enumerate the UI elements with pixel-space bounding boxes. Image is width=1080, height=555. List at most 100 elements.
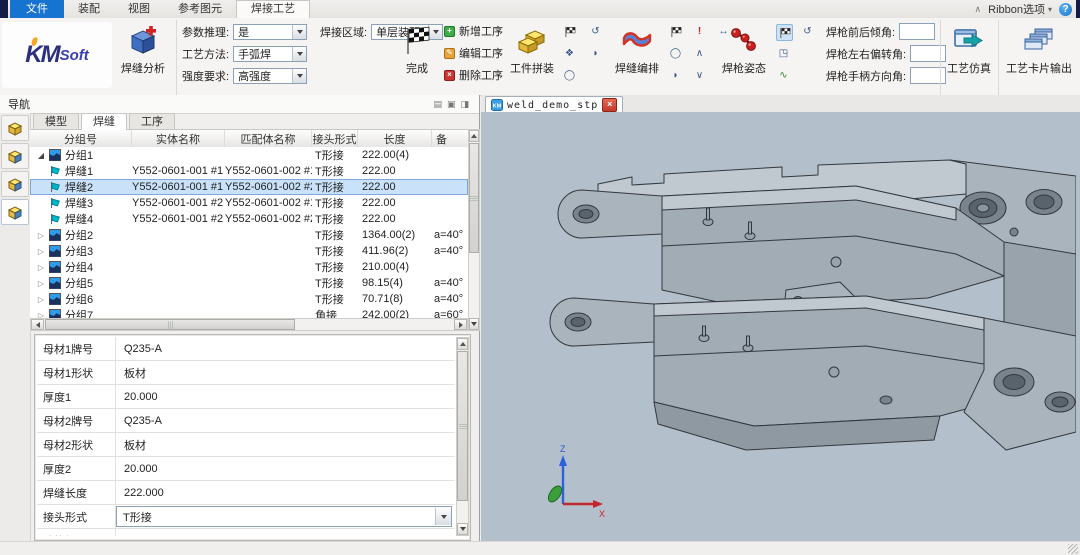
property-value-cell[interactable]: Q235-A xyxy=(116,409,454,432)
move-down-icon[interactable]: ∨ xyxy=(692,68,707,83)
side-cube-button-2[interactable] xyxy=(1,143,29,169)
sphere-tool-icon[interactable]: ◯ xyxy=(562,68,577,83)
table-row[interactable]: 焊缝2Y552-0601-001 #1Y552-0601-002 #2T形接22… xyxy=(30,179,468,195)
col-note[interactable]: 备 xyxy=(432,130,468,147)
process-card-output-button[interactable]: 工艺卡片输出 xyxy=(1003,20,1075,94)
delete-process-button[interactable]: × 删除工序 xyxy=(444,67,503,83)
chevron-down-icon[interactable] xyxy=(435,508,451,525)
edit-process-button[interactable]: ✎ 编辑工序 xyxy=(444,45,503,61)
part-assemble-button[interactable]: 工件拼装 xyxy=(504,20,560,94)
tab-weld-seams[interactable]: 焊缝 xyxy=(81,113,127,130)
scroll-down-button[interactable] xyxy=(469,318,479,330)
joint-type-combo[interactable]: T形接 xyxy=(116,506,452,527)
paint-tool-icon[interactable]: ❖ xyxy=(562,46,577,61)
arrange-finish-flag-button[interactable] xyxy=(668,24,683,39)
weld-analysis-button[interactable]: 焊缝分析 xyxy=(114,20,172,94)
pose-finish-flag-button[interactable] xyxy=(776,24,793,41)
capsule-icon[interactable]: ◗ xyxy=(668,68,683,83)
table-row[interactable]: 焊缝4Y552-0601-001 #2Y552-0601-002 #2T形接22… xyxy=(30,211,468,227)
property-value-cell[interactable]: T形接 xyxy=(116,505,454,528)
panel-close-icon[interactable]: ◨ xyxy=(460,99,469,110)
tab-reference[interactable]: 参考图元 xyxy=(164,0,236,18)
path-tool-icon[interactable]: ∿ xyxy=(776,68,791,83)
ribbon-options-button[interactable]: Ribbon选项 ▾ xyxy=(988,1,1052,17)
table-row[interactable]: ▷分组6T形接70.71(8)a=40° xyxy=(30,291,468,307)
chevron-down-icon[interactable] xyxy=(292,25,306,39)
param-infer-combo[interactable]: 是 xyxy=(233,24,307,40)
col-length[interactable]: 长度 xyxy=(358,130,432,147)
resize-grip[interactable] xyxy=(1068,544,1078,554)
finish-button[interactable]: 完成 xyxy=(396,20,438,94)
tab-file[interactable]: 文件 xyxy=(10,0,64,18)
close-tab-icon[interactable]: × xyxy=(602,98,617,112)
property-value[interactable]: 板材 xyxy=(124,365,146,381)
hscroll-thumb[interactable] xyxy=(45,319,295,330)
table-row[interactable]: ▷分组4T形接210.00(4) xyxy=(30,259,468,275)
property-value[interactable]: 20.000 xyxy=(124,391,158,403)
property-value[interactable]: 222.000 xyxy=(124,487,164,499)
pick-tool-icon[interactable]: ◳ xyxy=(776,46,791,61)
strength-req-combo[interactable]: 高强度 xyxy=(233,68,307,84)
3d-viewport[interactable]: Z X xyxy=(481,112,1080,541)
torch-pose-button[interactable]: 焊枪姿态 xyxy=(716,20,772,94)
torch-pitch-input[interactable] xyxy=(899,23,935,40)
property-value-cell[interactable]: 20.000 xyxy=(116,457,454,480)
scroll-up-button[interactable] xyxy=(457,338,468,350)
property-value[interactable]: 板材 xyxy=(124,437,146,453)
expand-arrow-icon[interactable]: ▷ xyxy=(36,263,46,272)
scroll-up-button[interactable] xyxy=(469,130,479,142)
expand-arrow-icon[interactable]: ▷ xyxy=(36,279,46,288)
table-row[interactable]: 焊缝3Y552-0601-001 #2Y552-0601-002 #1T形接22… xyxy=(30,195,468,211)
table-row[interactable]: ▷分组5T形接98.15(4)a=40° xyxy=(30,275,468,291)
move-up-icon[interactable]: ∧ xyxy=(692,46,707,61)
side-cube-button-4[interactable] xyxy=(1,199,29,225)
property-value-cell[interactable]: 20.000 xyxy=(116,385,454,408)
tab-model[interactable]: 模型 xyxy=(33,113,79,130)
process-method-combo[interactable]: 手弧焊 xyxy=(233,46,307,62)
tab-view[interactable]: 视图 xyxy=(114,0,164,18)
warning-icon[interactable]: ! xyxy=(692,24,707,39)
table-row[interactable]: ▷分组3T形接411.96(2)a=40° xyxy=(30,243,468,259)
property-value-cell[interactable]: 板材 xyxy=(116,361,454,384)
scroll-down-button[interactable] xyxy=(457,523,468,535)
table-row[interactable]: ◢分组1T形接222.00(4) xyxy=(30,147,468,163)
property-value-cell[interactable]: 20 xyxy=(116,529,454,536)
vscroll-thumb[interactable] xyxy=(469,143,479,253)
document-tab[interactable]: KM weld_demo_stp × xyxy=(485,96,623,113)
property-value[interactable]: Q235-A xyxy=(124,415,162,427)
expand-arrow-icon[interactable]: ▷ xyxy=(36,247,46,256)
side-cube-button-1[interactable] xyxy=(1,115,29,141)
tab-weld-process[interactable]: 焊接工艺 xyxy=(236,0,310,19)
tab-assembly[interactable]: 装配 xyxy=(64,0,114,18)
vscroll-thumb[interactable] xyxy=(457,351,468,501)
weld-arrange-button[interactable]: 焊缝编排 xyxy=(608,20,666,94)
sphere-icon[interactable]: ◯ xyxy=(668,46,683,61)
table-row[interactable]: 焊缝1Y552-0601-001 #1Y552-0601-002 #1T形接22… xyxy=(30,163,468,179)
chevron-down-icon[interactable] xyxy=(292,69,306,83)
process-simulate-button[interactable]: 工艺仿真 xyxy=(943,20,995,94)
property-value-cell[interactable]: 222.000 xyxy=(116,481,454,504)
col-mate-name[interactable]: 匹配体名称 xyxy=(225,130,312,147)
scroll-right-button[interactable] xyxy=(454,319,467,330)
expand-arrow-icon[interactable]: ▷ xyxy=(36,295,46,304)
expand-arrow-icon[interactable]: ▷ xyxy=(36,231,46,240)
col-entity-name[interactable]: 实体名称 xyxy=(132,130,225,147)
property-value-cell[interactable]: Q235-A xyxy=(116,337,454,360)
undo-icon[interactable]: ↺ xyxy=(800,24,815,39)
property-value[interactable]: Q235-A xyxy=(124,343,162,355)
panel-dock-icon[interactable]: ▤ xyxy=(433,99,442,110)
property-value[interactable]: 20.000 xyxy=(124,463,158,475)
capsule-tool-icon[interactable]: ◗ xyxy=(588,46,603,61)
undo-icon[interactable]: ↺ xyxy=(588,24,603,39)
col-joint-type[interactable]: 接头形式 xyxy=(312,130,358,147)
add-process-button[interactable]: + 新增工序 xyxy=(444,23,503,39)
collapse-ribbon-icon[interactable]: ∧ xyxy=(975,4,982,14)
table-row[interactable]: ▷分组2T形接1364.00(2)a=40° xyxy=(30,227,468,243)
chevron-down-icon[interactable] xyxy=(292,47,306,61)
assemble-finish-flag-button[interactable] xyxy=(562,24,577,39)
property-value[interactable]: 20 xyxy=(124,535,136,537)
tree-vscrollbar[interactable] xyxy=(468,129,480,331)
col-group-id[interactable]: 分组号 xyxy=(30,130,132,147)
panel-pin-icon[interactable]: ▣ xyxy=(447,99,456,110)
help-button[interactable]: ? xyxy=(1059,3,1072,16)
